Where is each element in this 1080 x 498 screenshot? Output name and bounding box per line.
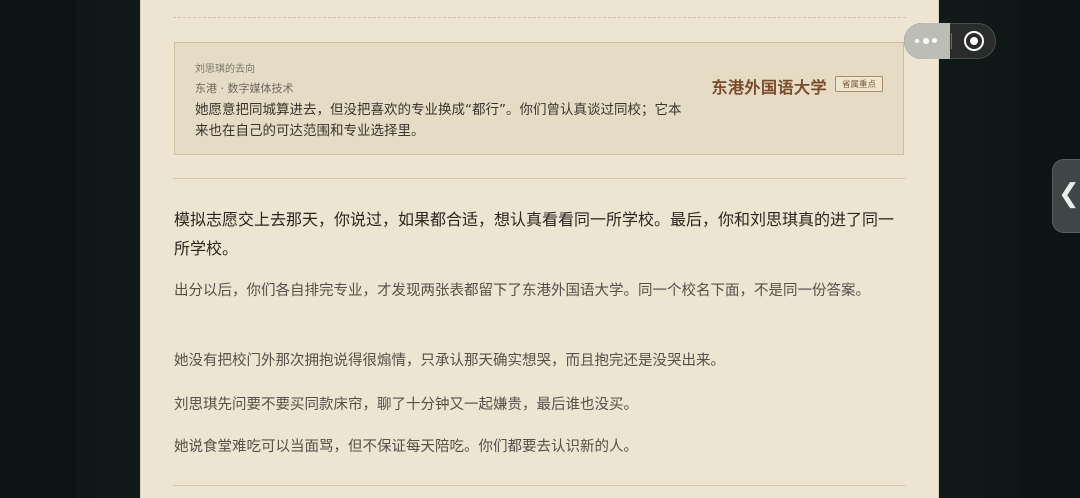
chevron-left-icon: ❮ xyxy=(1058,179,1080,209)
bottom-divider xyxy=(173,485,906,486)
school-name: 东港外国语大学 xyxy=(711,78,827,97)
left-backdrop xyxy=(0,0,76,498)
more-button[interactable] xyxy=(904,23,950,59)
section-divider xyxy=(173,178,906,179)
more-dots-icon xyxy=(915,37,939,45)
story-paragraph: 出分以后，你们各自排完专业，才发现两张表都留下了东港外国语大学。同一个校名下面，… xyxy=(174,283,870,299)
top-divider xyxy=(173,17,906,18)
miniprogram-capsule xyxy=(904,23,996,59)
story-paragraph: 她没有把校门外那次拥抱说得很煽情，只承认那天确实想哭，而且抱完还是没哭出来。 xyxy=(174,353,725,369)
screen: 刘思琪的去向 东港 · 数字媒体技术 她愿意把同城算进去，但没把喜欢的专业换成“… xyxy=(0,0,1080,498)
story-lead: 模拟志愿交上去那天，你说过，如果都合适，想认真看看同一所学校。最后，你和刘思琪真… xyxy=(174,210,895,258)
card-kicker: 刘思琪的去向 xyxy=(195,64,255,75)
capsule-divider xyxy=(951,33,952,49)
school-tier-badge: 省属重点 xyxy=(834,76,883,92)
right-backdrop xyxy=(1020,0,1080,498)
side-drawer-tab[interactable]: ❮ xyxy=(1052,159,1080,233)
target-close-icon[interactable] xyxy=(964,31,984,51)
destination-card: 刘思琪的去向 东港 · 数字媒体技术 她愿意把同城算进去，但没把喜欢的专业换成“… xyxy=(174,42,904,155)
card-description: 她愿意把同城算进去，但没把喜欢的专业换成“都行”。你们曾认真谈过同校；它本来也在… xyxy=(195,102,682,139)
card-meta: 东港 · 数字媒体技术 xyxy=(195,82,294,95)
story-paragraph: 刘思琪先问要不要买同款床帘，聊了十分钟又一起嫌贵，最后谁也没买。 xyxy=(174,397,638,413)
story-paragraph: 她说食堂难吃可以当面骂，但不保证每天陪吃。你们都要去认识新的人。 xyxy=(174,439,638,455)
